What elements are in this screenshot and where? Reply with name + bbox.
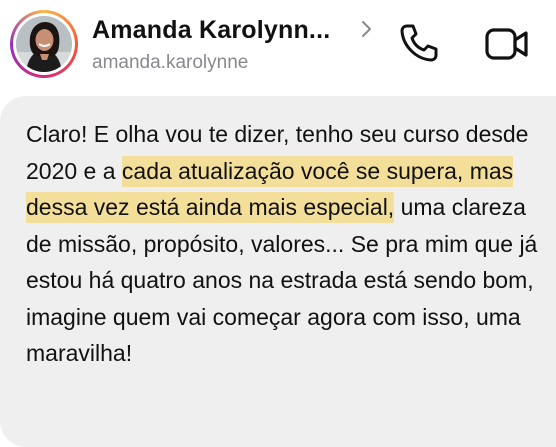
video-camera-icon[interactable] xyxy=(484,24,530,64)
message-text: Claro! E olha vou te dizer, tenho seu cu… xyxy=(26,116,546,372)
message-bubble[interactable]: Claro! E olha vou te dizer, tenho seu cu… xyxy=(0,96,556,447)
phone-icon[interactable] xyxy=(398,22,440,64)
chat-header: Amanda Karolynn... amanda.karolynne xyxy=(0,0,556,96)
contact-username: amanda.karolynne xyxy=(92,52,249,73)
avatar-image xyxy=(16,16,72,72)
chevron-right-icon[interactable] xyxy=(360,19,374,39)
contact-name[interactable]: Amanda Karolynn... xyxy=(92,16,330,45)
avatar-frame xyxy=(13,13,75,75)
avatar[interactable] xyxy=(16,16,72,72)
story-ring[interactable] xyxy=(10,10,78,78)
